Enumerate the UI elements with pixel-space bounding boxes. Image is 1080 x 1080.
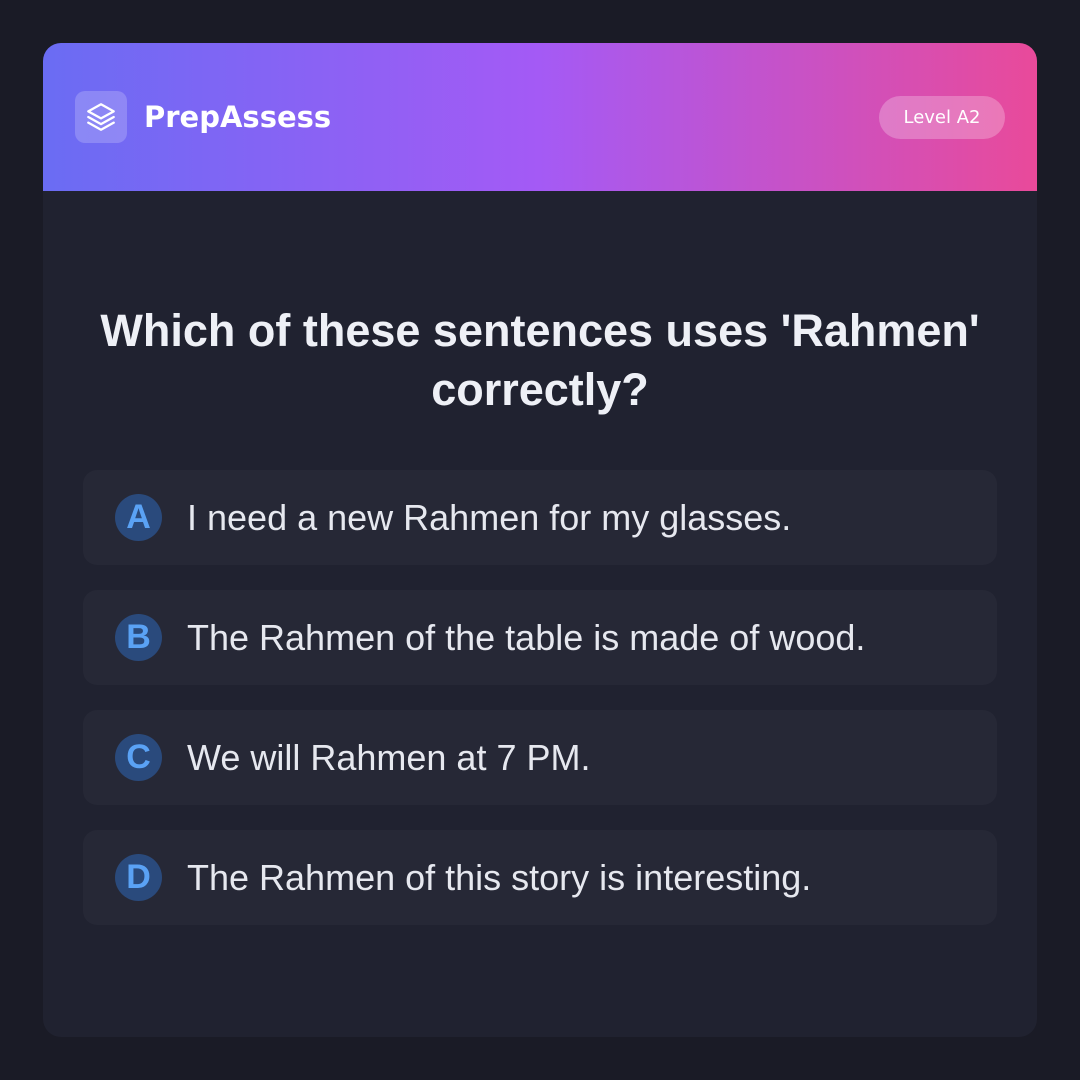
level-badge: Level A2 <box>879 96 1005 139</box>
layers-icon <box>75 91 127 143</box>
option-letter: C <box>115 734 162 781</box>
option-letter: D <box>115 854 162 901</box>
option-c[interactable]: C We will Rahmen at 7 PM. <box>83 710 997 805</box>
option-text: The Rahmen of the table is made of wood. <box>187 616 866 658</box>
option-a[interactable]: A I need a new Rahmen for my glasses. <box>83 470 997 565</box>
option-letter: B <box>115 614 162 661</box>
quiz-card: PrepAssess Level A2 Which of these sente… <box>43 43 1037 1037</box>
option-text: The Rahmen of this story is interesting. <box>187 856 812 898</box>
option-text: We will Rahmen at 7 PM. <box>187 736 591 778</box>
option-d[interactable]: D The Rahmen of this story is interestin… <box>83 830 997 925</box>
question-text: Which of these sentences uses 'Rahmen' c… <box>100 305 980 415</box>
option-b[interactable]: B The Rahmen of the table is made of woo… <box>83 590 997 685</box>
header-bar: PrepAssess Level A2 <box>43 43 1037 191</box>
brand-name: PrepAssess <box>144 100 332 134</box>
option-text: I need a new Rahmen for my glasses. <box>187 496 792 538</box>
option-letter: A <box>115 494 162 541</box>
